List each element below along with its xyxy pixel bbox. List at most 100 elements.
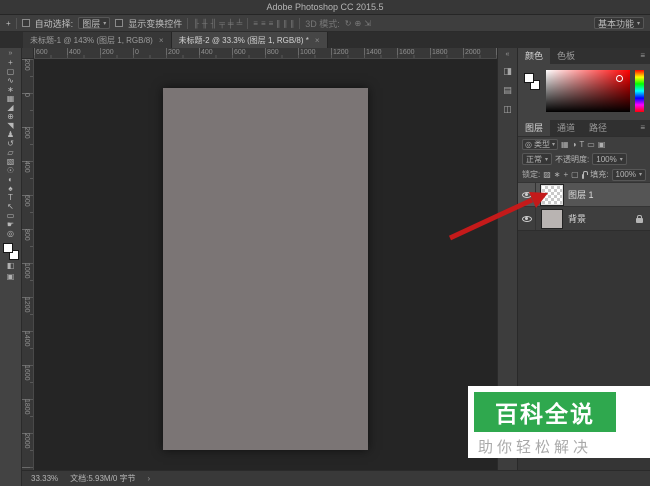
toolbar-collapse-icon[interactable]: » (9, 49, 13, 58)
show-transform-checkbox[interactable] (115, 19, 123, 27)
align-icon[interactable]: ╧ (237, 19, 243, 28)
auto-select-dropdown[interactable]: 图层 ▾ (78, 17, 110, 29)
healing-brush-tool[interactable]: ⊕ (0, 112, 21, 121)
distribute-icon[interactable]: ≡ (269, 19, 274, 28)
history-brush-tool[interactable]: ↺ (0, 139, 21, 148)
brush-tool[interactable]: ◥ (0, 121, 21, 130)
lock-all-icon[interactable] (582, 174, 585, 179)
blur-tool[interactable]: ☉ (0, 166, 21, 175)
close-icon[interactable]: × (159, 36, 164, 45)
distribute-icon[interactable]: ∥ (276, 19, 280, 28)
tab-paths[interactable]: 路径 (582, 120, 614, 136)
layer-name[interactable]: 图层 1 (568, 188, 594, 201)
filter-kind-icon[interactable]: ◑ (572, 140, 577, 149)
clone-stamp-tool[interactable]: ♟ (0, 130, 21, 139)
collapsed-panel-icon[interactable]: ◨ (503, 66, 512, 77)
ruler-label: 0 (133, 48, 166, 57)
foreground-background-swatches[interactable] (3, 243, 19, 260)
ruler-label: 1200 (331, 48, 364, 57)
blend-mode-value: 正常 (526, 154, 542, 165)
workspace-switcher[interactable]: 基本功能 ▾ (594, 17, 644, 29)
align-icon[interactable]: ╢ (211, 19, 217, 28)
lock-icon[interactable] (636, 218, 643, 223)
dodge-tool[interactable]: ◐ (0, 175, 21, 184)
move-tool[interactable]: + (0, 58, 21, 67)
marquee-tool[interactable]: ▢ (0, 67, 21, 76)
ruler-label: 1800 (430, 48, 463, 57)
quick-mask-icon[interactable]: ◧ (7, 260, 15, 271)
tab-label: 未标题-2 @ 33.3% (图层 1, RGB/8) * (179, 35, 309, 46)
tab-color[interactable]: 颜色 (518, 48, 550, 64)
tab-swatches[interactable]: 色板 (550, 48, 582, 64)
filter-type-dropdown[interactable]: ◎ 类型 ▾ (522, 139, 558, 150)
ruler-label: 600 (34, 48, 67, 57)
type-tool[interactable]: T (0, 193, 21, 202)
path-selection-tool[interactable]: ↖ (0, 202, 21, 211)
zoom-tool[interactable]: ◎ (0, 229, 21, 238)
close-icon[interactable]: × (315, 36, 320, 45)
auto-select-label: 自动选择: (35, 17, 74, 30)
horizontal-ruler[interactable]: 6004002000200400600800100012001400160018… (34, 48, 497, 59)
quick-selection-tool[interactable]: ∗ (0, 85, 21, 94)
vertical-ruler[interactable]: 2000200400600800100012001400160018002000 (22, 59, 34, 470)
saturation-brightness-picker[interactable] (546, 70, 630, 112)
distribute-icon[interactable]: ∥ (283, 19, 287, 28)
3d-mode-icon[interactable]: ↻ (345, 19, 352, 28)
distribute-icon[interactable]: ≡ (261, 19, 266, 28)
ruler-label: 1600 (23, 365, 30, 399)
distribute-icon[interactable]: ≡ (253, 19, 258, 28)
fill-dropdown[interactable]: 100% ▾ (612, 169, 646, 181)
align-icon[interactable]: ╪ (228, 19, 234, 28)
crop-tool[interactable]: ▦ (0, 94, 21, 103)
ruler-label: 200 (23, 59, 30, 93)
color-panel-swatches[interactable] (524, 70, 541, 114)
lasso-tool[interactable]: ∿ (0, 76, 21, 85)
zoom-level-field[interactable]: 33.33% (31, 474, 58, 483)
tab-untitled-1[interactable]: 未标题-1 @ 143% (图层 1, RGB/8) × (23, 32, 172, 48)
filter-kind-icon[interactable]: ▭ (587, 140, 595, 149)
tab-untitled-2[interactable]: 未标题-2 @ 33.3% (图层 1, RGB/8) * × (172, 32, 328, 48)
shape-tool[interactable]: ▭ (0, 211, 21, 220)
lock-option-icon[interactable]: ∗ (554, 170, 561, 179)
expand-panels-icon[interactable]: « (506, 51, 510, 58)
lock-option-icon[interactable]: + (564, 170, 569, 179)
hue-slider[interactable] (635, 70, 644, 112)
layer-name[interactable]: 背景 (568, 212, 586, 225)
color-panel-tabs: 颜色 色板 ≡ (518, 48, 650, 64)
panel-menu-icon[interactable]: ≡ (635, 120, 650, 136)
hand-tool[interactable]: ☛ (0, 220, 21, 229)
3d-mode-icon[interactable]: ⇲ (364, 19, 371, 28)
foreground-color-swatch[interactable] (3, 243, 13, 253)
ruler-label: 400 (23, 161, 30, 195)
collapsed-panel-icon[interactable]: ▤ (503, 85, 512, 96)
lock-option-icon[interactable]: ▨ (543, 170, 551, 179)
pen-tool[interactable]: ♠ (0, 184, 21, 193)
tab-channels[interactable]: 通道 (550, 120, 582, 136)
chevron-right-icon[interactable]: › (148, 474, 151, 483)
opacity-dropdown[interactable]: 100% ▾ (592, 153, 626, 165)
gradient-tool[interactable]: ▧ (0, 157, 21, 166)
dock-icons: ◨ ▤ ◫ (503, 66, 512, 115)
blend-mode-dropdown[interactable]: 正常 ▾ (522, 153, 552, 165)
align-icon[interactable]: ╤ (219, 19, 225, 28)
eraser-tool[interactable]: ▱ (0, 148, 21, 157)
eyedropper-tool[interactable]: ◢ (0, 103, 21, 112)
document-canvas[interactable] (163, 88, 368, 450)
screen-mode-icon[interactable]: ▣ (7, 271, 15, 282)
filter-kind-icon[interactable]: T (579, 140, 584, 149)
chevron-down-icon: ▾ (620, 156, 623, 163)
auto-select-checkbox[interactable] (22, 19, 30, 27)
3d-mode-icon[interactable]: ⊕ (355, 19, 362, 28)
collapsed-panel-icon[interactable]: ◫ (503, 104, 512, 115)
align-icon[interactable]: ╫ (202, 19, 208, 28)
panel-menu-icon[interactable]: ≡ (635, 48, 650, 64)
filter-kind-icon[interactable]: ▣ (598, 140, 606, 149)
lock-option-icon[interactable]: ▢ (571, 170, 579, 179)
move-tool-icon: + (6, 19, 11, 28)
distribute-icon[interactable]: ∥ (290, 19, 294, 28)
filter-kind-icon[interactable]: ▦ (561, 140, 569, 149)
tab-layers[interactable]: 图层 (518, 120, 550, 136)
document-info[interactable]: 文档:5.93M/0 字节 (70, 473, 135, 484)
align-icon[interactable]: ╟ (193, 19, 199, 28)
foreground-color-swatch[interactable] (524, 73, 534, 83)
